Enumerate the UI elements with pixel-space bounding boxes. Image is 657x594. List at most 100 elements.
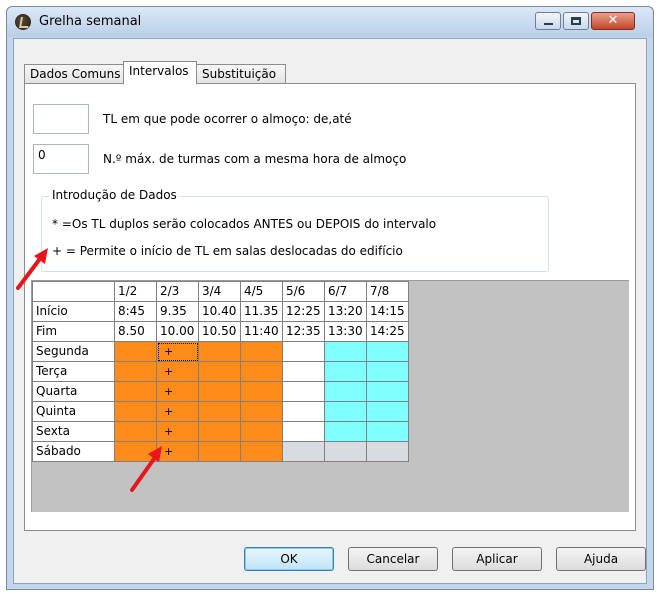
slot-cell[interactable] xyxy=(114,421,157,442)
lunch-range-label: TL em que pode ocorrer o almoço: de,até xyxy=(103,112,352,126)
slot-cell[interactable] xyxy=(240,361,283,382)
slot-cell[interactable] xyxy=(282,361,325,382)
tab-substituicao[interactable]: Substituição xyxy=(196,64,286,83)
title-bar[interactable]: Grelha semanal ✕ xyxy=(7,7,653,37)
slot-cell[interactable] xyxy=(324,421,367,442)
slot-cell[interactable]: + xyxy=(156,361,199,382)
time-cell[interactable]: 9.35 xyxy=(156,301,199,322)
slot-cell[interactable] xyxy=(240,381,283,402)
slot-cell[interactable] xyxy=(198,341,241,362)
slot-cell[interactable] xyxy=(366,381,409,402)
slot-cell[interactable] xyxy=(282,401,325,422)
slot-cell[interactable] xyxy=(366,401,409,422)
maximize-button[interactable] xyxy=(563,12,589,30)
slot-cell[interactable]: + xyxy=(156,421,199,442)
time-cell[interactable]: 12:35 xyxy=(282,321,325,342)
column-header[interactable]: 1/2 xyxy=(114,281,157,302)
row-header: Quarta xyxy=(32,381,115,402)
row-header: Fim xyxy=(32,321,115,342)
annotation-arrow-upper xyxy=(16,248,48,290)
close-icon: ✕ xyxy=(607,13,619,28)
row-header: Terça xyxy=(32,361,115,382)
slot-cell[interactable] xyxy=(240,401,283,422)
slot-cell[interactable] xyxy=(114,401,157,422)
slot-cell[interactable] xyxy=(324,361,367,382)
slot-cell[interactable]: + xyxy=(156,381,199,402)
row-header: Segunda xyxy=(32,341,115,362)
slot-cell[interactable] xyxy=(324,401,367,422)
slot-cell[interactable] xyxy=(198,421,241,442)
column-header[interactable]: 6/7 xyxy=(324,281,367,302)
day-row: Quinta + xyxy=(32,401,409,422)
column-header[interactable]: 7/8 xyxy=(366,281,409,302)
slot-cell[interactable]: + xyxy=(156,341,199,362)
slot-cell[interactable] xyxy=(198,381,241,402)
slot-cell[interactable] xyxy=(114,341,157,362)
slot-cell[interactable] xyxy=(366,361,409,382)
maximize-icon xyxy=(571,17,581,25)
plus-marker: + xyxy=(164,385,174,398)
time-cell[interactable]: 10.50 xyxy=(198,321,241,342)
plus-marker: + xyxy=(164,425,174,438)
schedule-grid-area: 1/2 2/3 3/4 4/5 5/6 6/7 7/8 Início 8:45 … xyxy=(31,280,629,512)
slot-cell[interactable] xyxy=(240,341,283,362)
lunch-range-input[interactable] xyxy=(33,104,89,134)
time-cell[interactable]: 14:15 xyxy=(366,301,409,322)
slot-cell[interactable] xyxy=(282,381,325,402)
column-header[interactable]: 2/3 xyxy=(156,281,199,302)
slot-cell[interactable] xyxy=(366,441,409,462)
slot-cell[interactable] xyxy=(366,341,409,362)
day-row: Terça + xyxy=(32,361,409,382)
legend-line-plus: + = Permite o início de TL em salas desl… xyxy=(52,244,403,258)
slot-cell[interactable] xyxy=(240,421,283,442)
slot-cell[interactable] xyxy=(324,381,367,402)
plus-marker: + xyxy=(164,345,174,358)
tab-dados-comuns[interactable]: Dados Comuns xyxy=(24,64,124,83)
minimize-button[interactable] xyxy=(535,12,561,30)
row-header: Sábado xyxy=(32,441,115,462)
column-header[interactable]: 3/4 xyxy=(198,281,241,302)
max-classes-input[interactable]: 0 xyxy=(33,144,89,174)
time-cell[interactable]: 14:25 xyxy=(366,321,409,342)
slot-cell[interactable] xyxy=(324,341,367,362)
slot-cell[interactable] xyxy=(240,441,283,462)
time-cell[interactable]: 10.00 xyxy=(156,321,199,342)
time-row-start: Início 8:45 9.35 10.40 11.35 12:25 13:20… xyxy=(32,301,409,322)
slot-cell[interactable] xyxy=(366,421,409,442)
apply-button[interactable]: Aplicar xyxy=(452,547,542,571)
plus-marker: + xyxy=(164,365,174,378)
column-header[interactable]: 5/6 xyxy=(282,281,325,302)
legend-line-asterisk: * =Os TL duplos serão colocados ANTES ou… xyxy=(52,217,437,231)
slot-cell[interactable] xyxy=(198,441,241,462)
slot-cell[interactable] xyxy=(114,381,157,402)
time-cell[interactable]: 8:45 xyxy=(114,301,157,322)
tab-intervalos[interactable]: Intervalos xyxy=(123,61,197,84)
time-cell[interactable]: 10.40 xyxy=(198,301,241,322)
time-cell[interactable]: 11:40 xyxy=(240,321,283,342)
slot-cell[interactable] xyxy=(282,441,325,462)
time-cell[interactable]: 11.35 xyxy=(240,301,283,322)
slot-cell[interactable] xyxy=(282,421,325,442)
time-cell[interactable]: 12:25 xyxy=(282,301,325,322)
time-cell[interactable]: 13:20 xyxy=(324,301,367,322)
close-button[interactable]: ✕ xyxy=(591,12,635,30)
time-cell[interactable]: 8.50 xyxy=(114,321,157,342)
minimize-icon xyxy=(544,23,553,25)
help-button[interactable]: Ajuda xyxy=(556,547,646,571)
column-header[interactable]: 4/5 xyxy=(240,281,283,302)
row-header: Sexta xyxy=(32,421,115,442)
group-title: Introdução de Dados xyxy=(49,188,180,202)
slot-cell[interactable] xyxy=(114,361,157,382)
data-entry-group: Introdução de Dados * =Os TL duplos serã… xyxy=(41,188,549,272)
slot-cell[interactable] xyxy=(282,341,325,362)
slot-cell[interactable]: + xyxy=(156,401,199,422)
row-header: Início xyxy=(32,301,115,322)
time-cell[interactable]: 13:30 xyxy=(324,321,367,342)
day-row: Segunda + xyxy=(32,341,409,362)
slot-cell[interactable] xyxy=(198,401,241,422)
slot-cell[interactable] xyxy=(198,361,241,382)
app-icon xyxy=(15,14,31,30)
slot-cell[interactable] xyxy=(324,441,367,462)
cancel-button[interactable]: Cancelar xyxy=(348,547,438,571)
ok-button[interactable]: OK xyxy=(244,547,334,571)
